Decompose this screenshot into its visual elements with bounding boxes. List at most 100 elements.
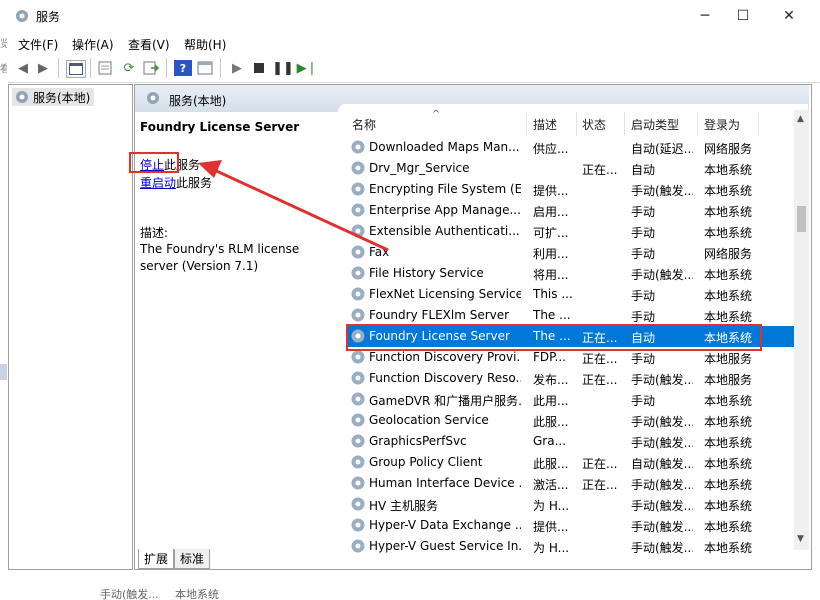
service-desc-cell: 可扩...	[533, 226, 569, 240]
service-desc-cell: 提供...	[533, 520, 569, 534]
menu-action[interactable]: 操作(A)	[72, 36, 114, 53]
service-logon-cell: 本地系统	[704, 436, 753, 450]
service-desc-cell: 激活...	[533, 478, 569, 492]
tree-item-services-local[interactable]: 服务(本地)	[12, 88, 95, 106]
service-desc-cell: 供应...	[533, 142, 569, 156]
service-gear-icon	[351, 371, 365, 385]
vertical-scrollbar[interactable]: ▲ ▼	[794, 110, 809, 550]
service-row[interactable]: GraphicsPerfSvc Gra... 手动(触发... 本地系统	[346, 431, 794, 452]
service-row[interactable]: Geolocation Service 此服... 手动(触发... 本地系统	[346, 410, 794, 431]
forward-arrow-icon[interactable]: ▶	[34, 60, 52, 76]
menu-help[interactable]: 帮助(H)	[184, 36, 226, 53]
service-desc-cell: Gra...	[533, 434, 567, 448]
column-divider	[624, 112, 625, 136]
service-startup-cell: 手动(触发...	[631, 184, 693, 198]
service-startup-cell: 手动(触发...	[631, 499, 693, 513]
scroll-up-icon[interactable]: ▲	[797, 114, 804, 124]
background-window-text: 览 看	[0, 39, 7, 75]
sort-chevron-icon: ^	[432, 109, 441, 120]
service-startup-cell: 手动(触发...	[631, 373, 693, 387]
menu-view[interactable]: 查看(V)	[128, 36, 170, 53]
service-desc-cell: 为 H...	[533, 499, 570, 513]
back-arrow-icon[interactable]: ◀	[14, 60, 32, 76]
service-row[interactable]: Human Interface Device ... 激活... 正在... 手动(触…	[346, 473, 794, 494]
service-row[interactable]: Fax 利用... 手动 网络服务	[346, 242, 794, 263]
service-startup-cell: 手动(触发...	[631, 478, 693, 492]
service-desc-cell: 发布...	[533, 373, 569, 387]
tab-standard[interactable]: 标准	[174, 549, 210, 569]
export-list-icon[interactable]	[142, 60, 160, 76]
properties-icon[interactable]	[96, 60, 114, 76]
service-startup-cell: 自动	[631, 163, 656, 177]
annotation-arrow	[198, 160, 389, 252]
service-desc-cell: The ...	[533, 308, 571, 322]
close-button[interactable]: ✕	[766, 0, 812, 32]
column-divider	[697, 112, 698, 136]
service-startup-cell: 手动	[631, 247, 656, 261]
column-header-name[interactable]: 名称	[352, 116, 376, 134]
annotation-box-selected-row	[346, 324, 762, 351]
column-divider	[758, 112, 759, 136]
service-logon-cell: 本地系统	[704, 520, 753, 534]
scrollbar-thumb[interactable]	[797, 206, 806, 232]
maximize-button[interactable]: ☐	[720, 0, 766, 32]
service-row[interactable]: HV 主机服务 为 H... 手动(触发... 本地系统	[346, 494, 794, 515]
column-header-description[interactable]: 描述	[533, 116, 557, 134]
stop-service-icon[interactable]	[250, 60, 268, 76]
service-name-cell: Human Interface Device ...	[369, 476, 521, 490]
service-row[interactable]: Encrypting File System (E... 提供... 手动(触发..…	[346, 179, 794, 200]
help-icon[interactable]: ?	[174, 60, 192, 76]
service-desc-cell: 此用...	[533, 394, 569, 408]
column-header-status[interactable]: 状态	[582, 116, 606, 134]
service-row[interactable]: Foundry FLEXlm Server The ... 手动 本地系统	[346, 305, 794, 326]
service-logon-cell: 本地系统	[704, 457, 753, 471]
service-row[interactable]: Drv_Mgr_Service 正在... 自动 本地系统	[346, 158, 794, 179]
pause-service-icon[interactable]: ❚❚	[272, 60, 294, 76]
service-row[interactable]: GameDVR 和广播用户服务... 此用... 手动 本地系统	[346, 389, 794, 410]
service-row[interactable]: Function Discovery Reso... 发布... 正在... 手动(触…	[346, 368, 794, 389]
service-row[interactable]: Downloaded Maps Man... 供应... 自动(延迟... 网络服务	[346, 137, 794, 158]
service-name-cell: Foundry FLEXlm Server	[369, 308, 510, 322]
service-logon-cell: 本地系统	[704, 226, 753, 240]
service-gear-icon	[351, 476, 365, 490]
tab-extended[interactable]: 扩展	[138, 549, 174, 569]
status-startup: 手动(触发...	[100, 588, 159, 600]
service-logon-cell: 本地服务	[704, 373, 753, 387]
service-gear-icon	[351, 308, 365, 322]
service-row[interactable]: FlexNet Licensing Service This ... 手动 本地系统	[346, 284, 794, 305]
service-row[interactable]: Hyper-V Data Exchange ... 提供... 手动(触发... 本地…	[346, 515, 794, 536]
scroll-down-icon[interactable]: ▼	[797, 534, 804, 544]
service-desc-cell: 将用...	[533, 268, 569, 282]
service-startup-cell: 手动(触发...	[631, 268, 693, 282]
service-desc-cell: 为 H...	[533, 541, 570, 555]
service-gear-icon	[351, 287, 365, 301]
service-startup-cell: 手动	[631, 205, 656, 219]
service-row[interactable]: Group Policy Client 此服... 正在... 自动(触发... 本地系…	[346, 452, 794, 473]
show-hide-tree-icon[interactable]	[66, 60, 86, 78]
service-name-cell: HV 主机服务	[369, 499, 439, 513]
restart-service-icon[interactable]: ▶❘	[297, 60, 318, 76]
menu-file[interactable]: 文件(F)	[18, 36, 58, 53]
column-header-startup[interactable]: 启动类型	[631, 116, 679, 134]
service-row[interactable]: File History Service 将用... 手动(触发... 本地系统	[346, 263, 794, 284]
background-window-selection	[0, 364, 7, 380]
service-row[interactable]: Extensible Authenticati... 可扩... 手动 本地系统	[346, 221, 794, 242]
tree-item-label: 服务(本地)	[33, 90, 91, 105]
service-logon-cell: 本地系统	[704, 268, 753, 282]
service-gear-icon	[351, 497, 365, 511]
service-row[interactable]: Enterprise App Manage... 启用... 手动 本地系统	[346, 200, 794, 221]
service-logon-cell: 本地系统	[704, 394, 753, 408]
service-logon-cell: 本地系统	[704, 499, 753, 513]
list-top-curve	[338, 104, 808, 112]
service-name-cell: GameDVR 和广播用户服务...	[369, 394, 521, 408]
refresh-icon[interactable]: ⟳	[120, 60, 138, 76]
service-name-cell: Function Discovery Reso...	[369, 371, 521, 385]
service-logon-cell: 本地系统	[704, 541, 753, 555]
window-title: 服务	[36, 10, 61, 24]
column-header-logon[interactable]: 登录为	[704, 116, 740, 134]
start-service-icon[interactable]: ▶	[228, 60, 246, 76]
service-row[interactable]: Hyper-V Guest Service In... 为 H... 手动(触发..…	[346, 536, 794, 557]
console-icon[interactable]	[196, 60, 214, 76]
toolbar-separator	[58, 58, 59, 78]
service-startup-cell: 手动	[631, 394, 656, 408]
